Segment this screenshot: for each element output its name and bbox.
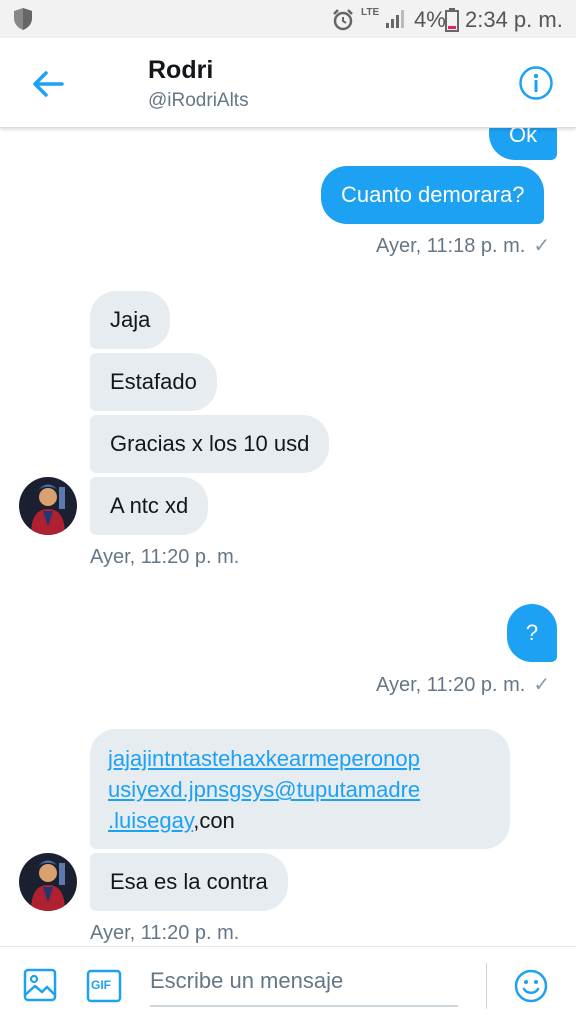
message-outgoing[interactable]: ? <box>507 604 557 662</box>
message-text: Esa es la contra <box>110 869 268 894</box>
contact-name: Rodri <box>148 56 214 84</box>
message-link[interactable]: usiyexd.jpnsgsys@tuputamadre <box>108 777 420 802</box>
message-text: Ok <box>509 128 538 147</box>
message-timestamp: Ayer, 11:20 p. m. <box>90 922 240 944</box>
message-text: Gracias x los 10 usd <box>110 431 310 456</box>
image-icon[interactable] <box>22 967 58 1008</box>
message-incoming[interactable]: jajajintntastehaxkearmeperonop usiyexd.j… <box>90 729 510 849</box>
gif-icon[interactable]: GIF <box>86 969 122 1008</box>
message-link[interactable]: .luisegay <box>108 808 193 833</box>
message-text: Cuanto demorara? <box>341 182 525 207</box>
message-incoming[interactable]: Gracias x los 10 usd <box>90 415 330 473</box>
message-incoming[interactable]: Jaja <box>90 291 171 349</box>
alarm-icon <box>331 8 355 37</box>
status-time: 2:34 p. m. <box>465 7 563 32</box>
divider <box>486 963 487 1009</box>
gif-label: GIF <box>91 978 111 992</box>
conversation-header: Rodri @iRodriAlts <box>0 38 576 128</box>
message-incoming[interactable]: A ntc xd <box>90 477 209 535</box>
message-incoming[interactable]: Esa es la contra <box>90 853 288 911</box>
message-text: ? <box>525 620 539 645</box>
contact-handle: @iRodriAlts <box>148 90 249 111</box>
message-timestamp: Ayer, 11:18 p. m. ✓ <box>376 235 551 257</box>
avatar[interactable] <box>19 477 77 535</box>
network-type: LTE <box>361 7 380 18</box>
battery-percent: 4% <box>414 7 446 32</box>
avatar[interactable] <box>19 853 77 911</box>
shield-icon <box>12 7 34 36</box>
message-text: Estafado <box>110 369 197 394</box>
info-icon[interactable] <box>518 65 554 106</box>
message-outgoing[interactable]: Cuanto demorara? <box>321 166 545 224</box>
message-timestamp: Ayer, 11:20 p. m. ✓ <box>376 674 551 696</box>
message-incoming[interactable]: Estafado <box>90 353 217 411</box>
message-input[interactable]: Escribe un mensaje <box>150 963 458 1007</box>
message-text: Jaja <box>110 307 151 332</box>
battery-icon <box>445 8 459 37</box>
check-icon: ✓ <box>533 235 551 257</box>
status-bar: LTE 4% 2:34 p. m. <box>0 0 576 38</box>
message-text: ,con <box>193 808 235 833</box>
back-arrow-icon[interactable] <box>28 64 68 104</box>
emoji-icon[interactable] <box>514 969 548 1008</box>
compose-bar: GIF Escribe un mensaje <box>0 946 576 1024</box>
check-icon: ✓ <box>533 674 551 696</box>
message-link[interactable]: jajajintntastehaxkearmeperonop <box>108 746 420 771</box>
message-text: A ntc xd <box>110 493 189 518</box>
message-list[interactable]: Ok Cuanto demorara? Ayer, 11:18 p. m. ✓ J… <box>0 128 576 946</box>
signal-icon <box>385 9 407 34</box>
message-outgoing[interactable]: Ok <box>489 128 557 160</box>
message-timestamp: Ayer, 11:20 p. m. <box>90 546 240 568</box>
